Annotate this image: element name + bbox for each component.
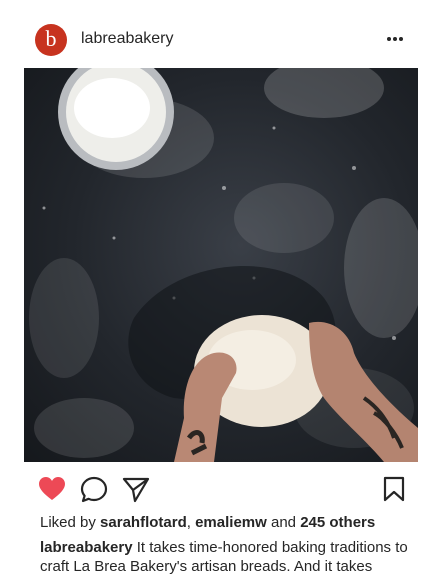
caption-username[interactable]: labreabakery (40, 539, 133, 556)
liked-user-link[interactable]: sarahflotard (100, 514, 187, 531)
send-icon[interactable] (122, 476, 150, 504)
likes-summary: Liked by sarahflotard, emaliemw and 245 … (40, 514, 376, 531)
liked-user-link[interactable]: emaliemw (195, 514, 267, 531)
avatar[interactable]: b (35, 24, 67, 56)
post-username[interactable]: labreabakery (81, 30, 174, 48)
liked-by-label: Liked by (40, 514, 96, 531)
bookmark-icon[interactable] (382, 476, 406, 502)
flour-dough-image (29, 68, 418, 462)
liked-and-label: and (270, 514, 297, 531)
post-header: b labreabakery (0, 0, 442, 68)
more-options-icon[interactable] (381, 30, 409, 48)
post-caption: labreabakery It takes time-honored bakin… (40, 538, 412, 576)
liked-others-link[interactable]: 245 others (300, 514, 375, 531)
post-photo[interactable] (24, 68, 418, 462)
comment-icon[interactable] (80, 476, 108, 504)
heart-icon[interactable] (38, 476, 66, 502)
